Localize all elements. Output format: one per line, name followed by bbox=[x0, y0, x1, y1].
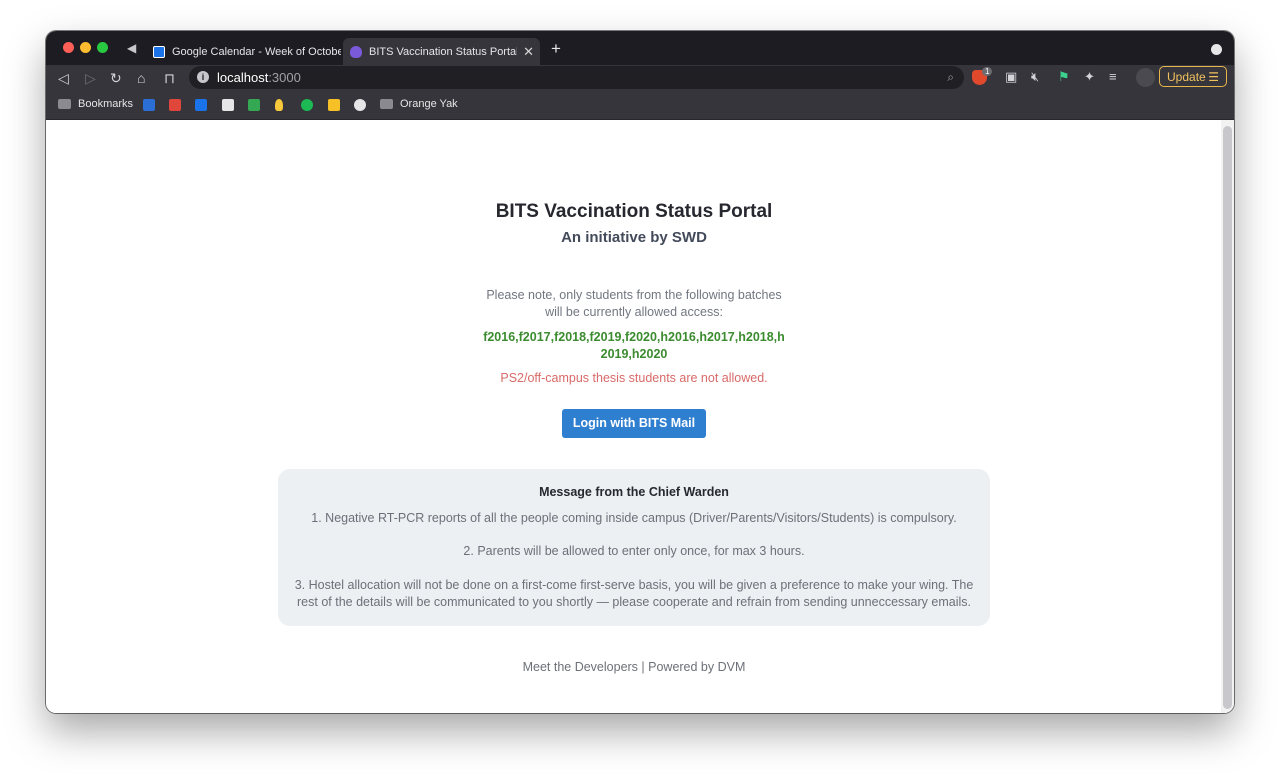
maximize-window-button[interactable] bbox=[97, 42, 108, 53]
extension-icon[interactable]: ⚑ bbox=[1058, 69, 1070, 85]
message-title: Message from the Chief Warden bbox=[539, 485, 729, 499]
shields-badge: 1 bbox=[982, 67, 993, 76]
tab-bits-portal[interactable]: BITS Vaccination Status Portal ✕ bbox=[343, 38, 540, 65]
home-icon[interactable]: ⌂ bbox=[137, 69, 145, 87]
allowed-batches: f2016,f2017,f2018,f2019,f2020,h2016,h201… bbox=[483, 330, 785, 361]
close-tab-icon[interactable]: ✕ bbox=[523, 44, 534, 60]
folder-icon bbox=[380, 99, 393, 109]
tab-title: BITS Vaccination Status Portal bbox=[369, 45, 518, 58]
tab-search-icon[interactable] bbox=[1211, 44, 1222, 55]
message-item: 3. Hostel allocation will not be done on… bbox=[294, 578, 974, 609]
update-button[interactable]: Update ☰ bbox=[1159, 66, 1227, 87]
toolbar: ◁ ▷ ↻ ⌂ ⊓ i localhost:3000 ⌕ 1 ▣ 🔇︎ ⚑ ✦ … bbox=[46, 65, 1234, 91]
login-button[interactable]: Login with BITS Mail bbox=[562, 409, 706, 438]
bookmark-icon[interactable]: ⊓ bbox=[164, 69, 175, 87]
update-label: Update bbox=[1167, 69, 1206, 84]
message-item: 2. Parents will be allowed to enter only… bbox=[463, 544, 805, 558]
minimize-window-button[interactable] bbox=[80, 42, 91, 53]
folder-icon bbox=[58, 99, 71, 109]
menu-icon: ☰ bbox=[1208, 69, 1219, 84]
gmail-icon[interactable] bbox=[169, 99, 181, 111]
url-text[interactable]: localhost:3000 bbox=[217, 70, 301, 85]
profile-avatar[interactable] bbox=[1136, 68, 1155, 87]
github-icon[interactable] bbox=[354, 99, 366, 111]
scrollbar-thumb[interactable] bbox=[1223, 126, 1232, 709]
scrollbar-track[interactable] bbox=[1221, 120, 1234, 713]
warden-message-card: Message from the Chief Warden 1. Negativ… bbox=[278, 469, 990, 626]
notes-icon[interactable] bbox=[222, 99, 234, 111]
browser-window: ◀︎ Google Calendar - Week of October BIT… bbox=[46, 31, 1234, 713]
screenshot-extension-icon[interactable]: ▣ bbox=[1005, 69, 1017, 85]
puzzle-icon[interactable]: ✦ bbox=[1084, 69, 1095, 85]
tab-audio-icon[interactable]: ◀︎ bbox=[127, 41, 136, 55]
footer-links[interactable]: Meet the Developers | Powered by DVM bbox=[46, 660, 1222, 674]
bookmarks-bar: Bookmarks Orange Yak bbox=[46, 91, 1234, 120]
address-bar[interactable]: i localhost:3000 ⌕ bbox=[189, 66, 964, 89]
orange-yak-label: Orange Yak bbox=[400, 98, 458, 110]
orange-yak-folder[interactable]: Orange Yak bbox=[380, 98, 458, 110]
new-tab-button[interactable]: + bbox=[551, 39, 561, 59]
page-subtitle: An initiative by SWD bbox=[561, 229, 707, 246]
reading-list-icon[interactable]: ≡ bbox=[1109, 69, 1117, 84]
exclusion-warning: PS2/off-campus thesis students are not a… bbox=[500, 371, 768, 385]
calendar-icon[interactable] bbox=[195, 99, 207, 111]
classroom-icon[interactable] bbox=[248, 99, 260, 111]
spotify-icon[interactable] bbox=[301, 99, 313, 111]
mute-tab-icon[interactable]: 🔇︎ bbox=[1031, 69, 1039, 85]
sticky-note-icon[interactable] bbox=[328, 99, 340, 111]
bookmark-s-icon[interactable] bbox=[143, 99, 155, 111]
tab-google-calendar[interactable]: Google Calendar - Week of October bbox=[146, 38, 341, 65]
tab-strip: ◀︎ Google Calendar - Week of October BIT… bbox=[46, 31, 1234, 65]
tab-title: Google Calendar - Week of October bbox=[172, 45, 341, 58]
bookmarks-folder-label: Bookmarks bbox=[78, 98, 134, 110]
back-icon[interactable]: ◁ bbox=[58, 69, 69, 87]
bookmarks-folder[interactable]: Bookmarks bbox=[58, 98, 133, 110]
message-item: 1. Negative RT-PCR reports of all the pe… bbox=[311, 511, 957, 525]
zoom-icon[interactable]: ⌕ bbox=[947, 70, 954, 85]
forward-icon[interactable]: ▷ bbox=[85, 69, 96, 87]
access-note: Please note, only students from the foll… bbox=[486, 288, 782, 319]
reload-icon[interactable]: ↻ bbox=[110, 69, 122, 87]
shield-favicon-icon bbox=[350, 45, 362, 58]
close-window-button[interactable] bbox=[63, 42, 74, 53]
page-content: BITS Vaccination Status Portal An initia… bbox=[46, 120, 1234, 713]
site-info-icon[interactable]: i bbox=[197, 71, 209, 83]
calendar-favicon-icon bbox=[153, 45, 165, 58]
page-title: BITS Vaccination Status Portal bbox=[495, 201, 773, 222]
keep-icon[interactable] bbox=[275, 99, 283, 111]
